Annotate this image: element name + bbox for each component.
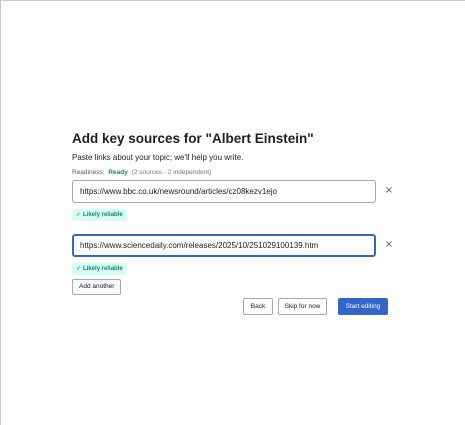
page-frame: Add key sources for "Albert Einstein" Pa… bbox=[0, 0, 465, 425]
readiness-status: Readiness: Ready (2 sources · 2 independ… bbox=[72, 169, 397, 177]
back-button[interactable]: Back bbox=[243, 298, 273, 315]
reliability-badge-label: Likely reliable bbox=[83, 212, 123, 218]
remove-source-2-button[interactable]: × bbox=[383, 239, 395, 251]
check-icon: ✓ bbox=[76, 265, 82, 272]
reliability-badge-2: ✓ Likely reliable bbox=[72, 263, 127, 275]
start-editing-button[interactable]: Start editing bbox=[338, 298, 388, 315]
check-icon: ✓ bbox=[76, 211, 82, 218]
source-url-input-2[interactable] bbox=[72, 234, 376, 257]
reliability-badge-1: ✓ Likely reliable bbox=[72, 209, 127, 221]
page-subtitle: Paste links about your topic; we'll help… bbox=[72, 153, 244, 162]
reliability-badge-label: Likely reliable bbox=[83, 266, 123, 272]
skip-button[interactable]: Skip for now bbox=[278, 298, 327, 315]
readiness-value: Ready bbox=[108, 169, 128, 176]
source-row-1: × bbox=[72, 180, 397, 203]
source-url-input-1[interactable] bbox=[72, 180, 376, 203]
source-row-2: × bbox=[72, 234, 397, 257]
remove-source-1-button[interactable]: × bbox=[383, 185, 395, 197]
readiness-detail: (2 sources · 2 independent) bbox=[131, 169, 212, 176]
add-another-button[interactable]: Add another bbox=[72, 279, 122, 295]
page-title: Add key sources for "Albert Einstein" bbox=[72, 131, 314, 146]
add-sources-panel: Add key sources for "Albert Einstein" Pa… bbox=[72, 131, 397, 315]
readiness-label: Readiness: bbox=[72, 169, 105, 176]
